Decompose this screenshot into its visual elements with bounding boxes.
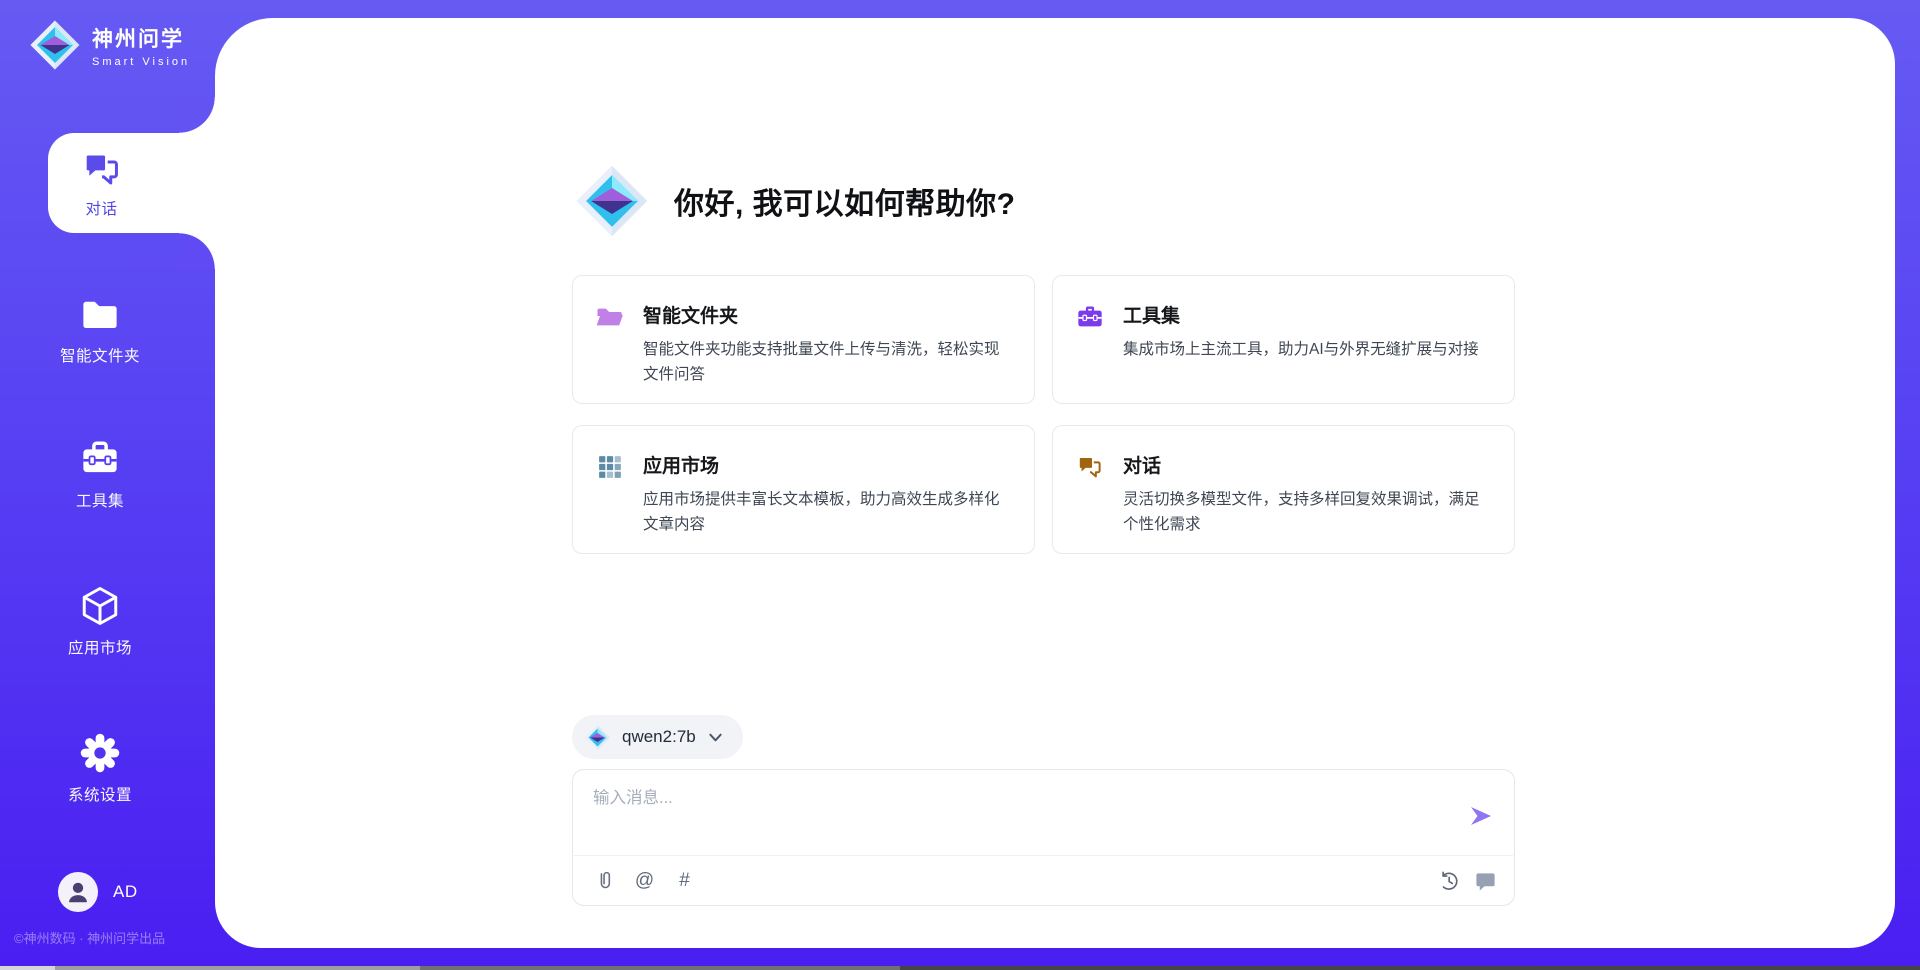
- send-button[interactable]: [1468, 803, 1494, 829]
- chat-bubbles-icon: [1075, 453, 1105, 481]
- user-initials: AD: [113, 882, 138, 902]
- chevron-down-icon: [708, 730, 723, 745]
- card-description: 应用市场提供丰富长文本模板，助力高效生成多样化文章内容: [643, 487, 1010, 537]
- history-clock-icon: [1438, 870, 1460, 892]
- model-name: qwen2:7b: [622, 727, 696, 747]
- paperclip-icon: [594, 870, 615, 891]
- message-input[interactable]: [593, 786, 1456, 808]
- main-panel: 你好, 我可以如何帮助你? 智能文件夹 智能文件夹功能支持批量文件上传与清洗，轻…: [215, 18, 1895, 948]
- greeting-text: 你好, 我可以如何帮助你?: [674, 179, 1016, 223]
- card-title: 对话: [1123, 451, 1490, 478]
- card-description: 灵活切换多模型文件，支持多样回复效果调试，满足个性化需求: [1123, 487, 1490, 537]
- mention-button[interactable]: @: [633, 869, 656, 892]
- model-diamond-icon: [585, 725, 610, 750]
- sidebar-item-toolset[interactable]: 工具集: [0, 438, 200, 511]
- attach-button[interactable]: [593, 869, 616, 892]
- brand-diamond-icon: [30, 20, 80, 70]
- sidebar-item-label: 智能文件夹: [60, 344, 140, 366]
- message-composer: @ #: [572, 769, 1515, 906]
- app-title: 神州问学: [92, 23, 190, 53]
- app-subtitle: Smart Vision: [92, 56, 190, 68]
- folder-icon: [79, 293, 121, 335]
- blocks-icon: [595, 453, 625, 481]
- tab-curve-top: [179, 97, 215, 133]
- at-icon: @: [635, 871, 654, 890]
- card-chat[interactable]: 对话 灵活切换多模型文件，支持多样回复效果调试，满足个性化需求: [1052, 425, 1515, 554]
- card-toolset[interactable]: 工具集 集成市场上主流工具，助力AI与外界无缝扩展与对接: [1052, 275, 1515, 404]
- briefcase-icon: [79, 438, 121, 480]
- speech-bubble-icon: [1474, 869, 1497, 892]
- chat-bubbles-icon: [81, 148, 123, 190]
- sidebar-item-settings[interactable]: 系统设置: [0, 732, 200, 805]
- card-smart-folders[interactable]: 智能文件夹 智能文件夹功能支持批量文件上传与清洗，轻松实现文件问答: [572, 275, 1035, 404]
- topic-button[interactable]: #: [673, 869, 696, 892]
- gear-icon: [79, 732, 121, 774]
- briefcase-icon: [1075, 303, 1105, 331]
- sidebar-item-label: 工具集: [76, 489, 124, 511]
- user-profile[interactable]: AD: [58, 872, 138, 912]
- sidebar-item-smart-folders[interactable]: 智能文件夹: [0, 293, 200, 366]
- sidebar-item-app-market[interactable]: 应用市场: [0, 585, 200, 658]
- card-app-market[interactable]: 应用市场 应用市场提供丰富长文本模板，助力高效生成多样化文章内容: [572, 425, 1035, 554]
- app-logo: 神州问学 Smart Vision: [30, 20, 190, 70]
- model-selector[interactable]: qwen2:7b: [572, 715, 743, 759]
- card-title: 应用市场: [643, 451, 1010, 478]
- feature-cards: 智能文件夹 智能文件夹功能支持批量文件上传与清洗，轻松实现文件问答 工具集: [572, 275, 1515, 554]
- cube-icon: [79, 585, 121, 627]
- conversation-button[interactable]: [1474, 869, 1497, 892]
- folder-open-icon: [595, 303, 625, 331]
- sidebar-item-label: 对话: [85, 197, 117, 219]
- card-title: 智能文件夹: [643, 301, 1010, 328]
- hash-icon: #: [679, 871, 690, 890]
- card-description: 集成市场上主流工具，助力AI与外界无缝扩展与对接: [1123, 337, 1479, 362]
- greeting-diamond-icon: [576, 165, 648, 237]
- card-description: 智能文件夹功能支持批量文件上传与清洗，轻松实现文件问答: [643, 337, 1010, 387]
- copyright-text: ©神州数码 · 神州问学出品: [14, 928, 165, 947]
- taskbar-edge: [0, 966, 1920, 970]
- card-title: 工具集: [1123, 301, 1479, 328]
- sidebar-item-label: 应用市场: [68, 636, 132, 658]
- send-icon: [1468, 803, 1494, 829]
- history-button[interactable]: [1437, 869, 1460, 892]
- tab-curve-bottom: [179, 233, 215, 269]
- sidebar-item-chat[interactable]: 对话: [48, 133, 215, 233]
- avatar: [58, 872, 98, 912]
- greeting-block: 你好, 我可以如何帮助你?: [576, 165, 1016, 237]
- sidebar-item-label: 系统设置: [68, 783, 132, 805]
- person-icon: [65, 879, 91, 905]
